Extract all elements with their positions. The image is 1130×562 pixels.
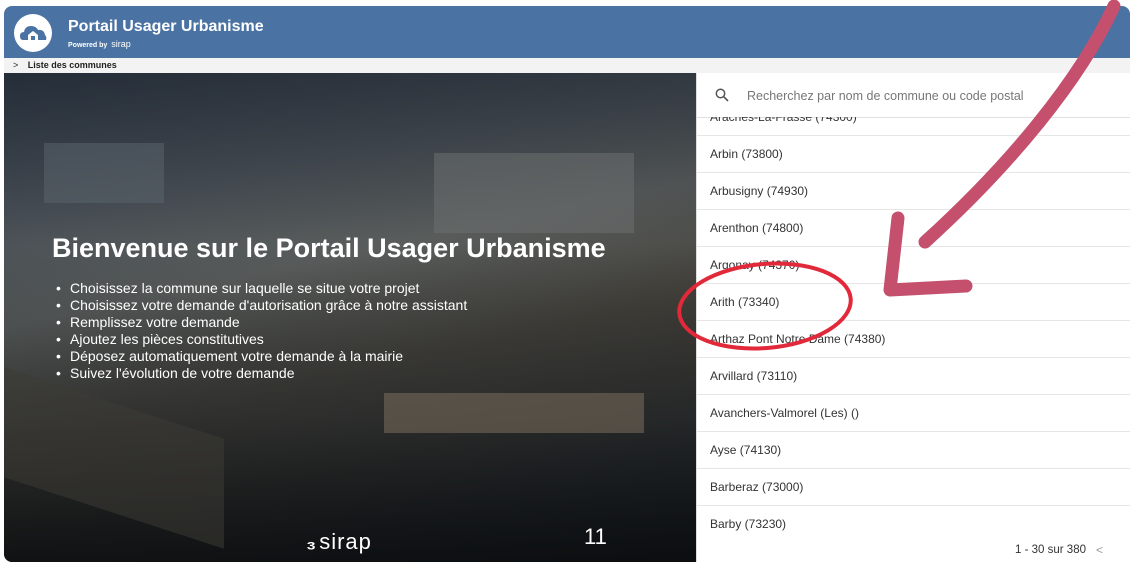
commune-panel: Arâches-La-Frasse (74300) Arbin (73800) … (696, 73, 1130, 562)
powered-by-label: Powered by (68, 42, 108, 49)
commune-name: Barberaz (73000) (710, 480, 804, 494)
commune-name: Arâches-La-Frasse (74300) (710, 117, 857, 124)
feature-item: Choisissez la commune sur laquelle se si… (56, 280, 467, 297)
building-shape (44, 143, 164, 203)
commune-name: Arith (73340) (710, 295, 780, 309)
commune-list: Arâches-La-Frasse (74300) Arbin (73800) … (697, 117, 1130, 542)
sirap-logo-text: sirap (319, 529, 372, 554)
feature-item: Déposez automatiquement votre demande à … (56, 348, 467, 365)
search-bar (697, 73, 1130, 118)
commune-name: Arenthon (74800) (710, 221, 804, 235)
commune-name: Ayse (74130) (710, 443, 782, 457)
commune-list-item[interactable]: Arâches-La-Frasse (74300) (697, 117, 1130, 136)
search-input[interactable] (745, 83, 1119, 109)
building-shape (384, 393, 644, 433)
commune-name: Barby (73230) (710, 517, 787, 531)
commune-list-item[interactable]: Arbusigny (74930) (697, 173, 1130, 210)
commune-name: Arthaz Pont Notre Dame (74380) (710, 332, 886, 346)
feature-list: Choisissez la commune sur laquelle se si… (56, 280, 467, 382)
commune-name: Avanchers-Valmorel (Les) () (710, 406, 859, 420)
pagination-range: 1 - 30 sur 380 (1015, 544, 1086, 556)
rail-yard-shape (4, 367, 224, 549)
welcome-banner: Bienvenue sur le Portail Usager Urbanism… (4, 73, 696, 562)
chevron-left-icon[interactable]: < (1096, 543, 1103, 557)
commune-list-item[interactable]: Arthaz Pont Notre Dame (74380) (697, 321, 1130, 358)
app-header: Portail Usager Urbanisme Powered by sira… (4, 6, 1130, 58)
commune-list-item[interactable]: Arenthon (74800) (697, 210, 1130, 247)
commune-name: Argonay (74370) (710, 258, 800, 272)
sirap-logo: ₃sirap (306, 529, 372, 555)
commune-list-item[interactable]: Barberaz (73000) (697, 469, 1130, 506)
commune-name: Arvillard (73110) (710, 369, 798, 383)
commune-list-item-arith[interactable]: Arith (73340) (697, 284, 1130, 321)
commune-list-item[interactable]: Ayse (74130) (697, 432, 1130, 469)
cloud-logo-icon (14, 14, 52, 52)
feature-item: Ajoutez les pièces constitutives (56, 331, 467, 348)
search-icon (715, 88, 729, 102)
slide-number: 11 (584, 524, 607, 549)
commune-list-item[interactable]: Arvillard (73110) (697, 358, 1130, 395)
breadcrumb: > Liste des communes (4, 58, 1130, 74)
app-title: Portail Usager Urbanisme (68, 18, 264, 35)
breadcrumb-item-communes[interactable]: Liste des communes (28, 60, 117, 70)
building-shape (434, 153, 634, 233)
commune-list-item[interactable]: Argonay (74370) (697, 247, 1130, 284)
commune-list-item[interactable]: Arbin (73800) (697, 136, 1130, 173)
powered-by: Powered by sirap (68, 39, 131, 49)
commune-name: Arbusigny (74930) (710, 184, 809, 198)
breadcrumb-separator: > (13, 60, 19, 70)
welcome-title: Bienvenue sur le Portail Usager Urbanism… (52, 233, 606, 263)
sirap-logo-icon: ₃ (306, 529, 318, 554)
commune-name: Arbin (73800) (710, 147, 783, 161)
feature-item: Choisissez votre demande d'autorisation … (56, 297, 467, 314)
commune-list-item[interactable]: Barby (73230) (697, 506, 1130, 542)
commune-list-item[interactable]: Avanchers-Valmorel (Les) () (697, 395, 1130, 432)
feature-item: Suivez l'évolution de votre demande (56, 365, 467, 382)
powered-by-brand: sirap (111, 39, 131, 49)
pagination: 1 - 30 sur 380 < (697, 542, 1130, 562)
app-window: Portail Usager Urbanisme Powered by sira… (4, 6, 1130, 562)
feature-item: Remplissez votre demande (56, 314, 467, 331)
